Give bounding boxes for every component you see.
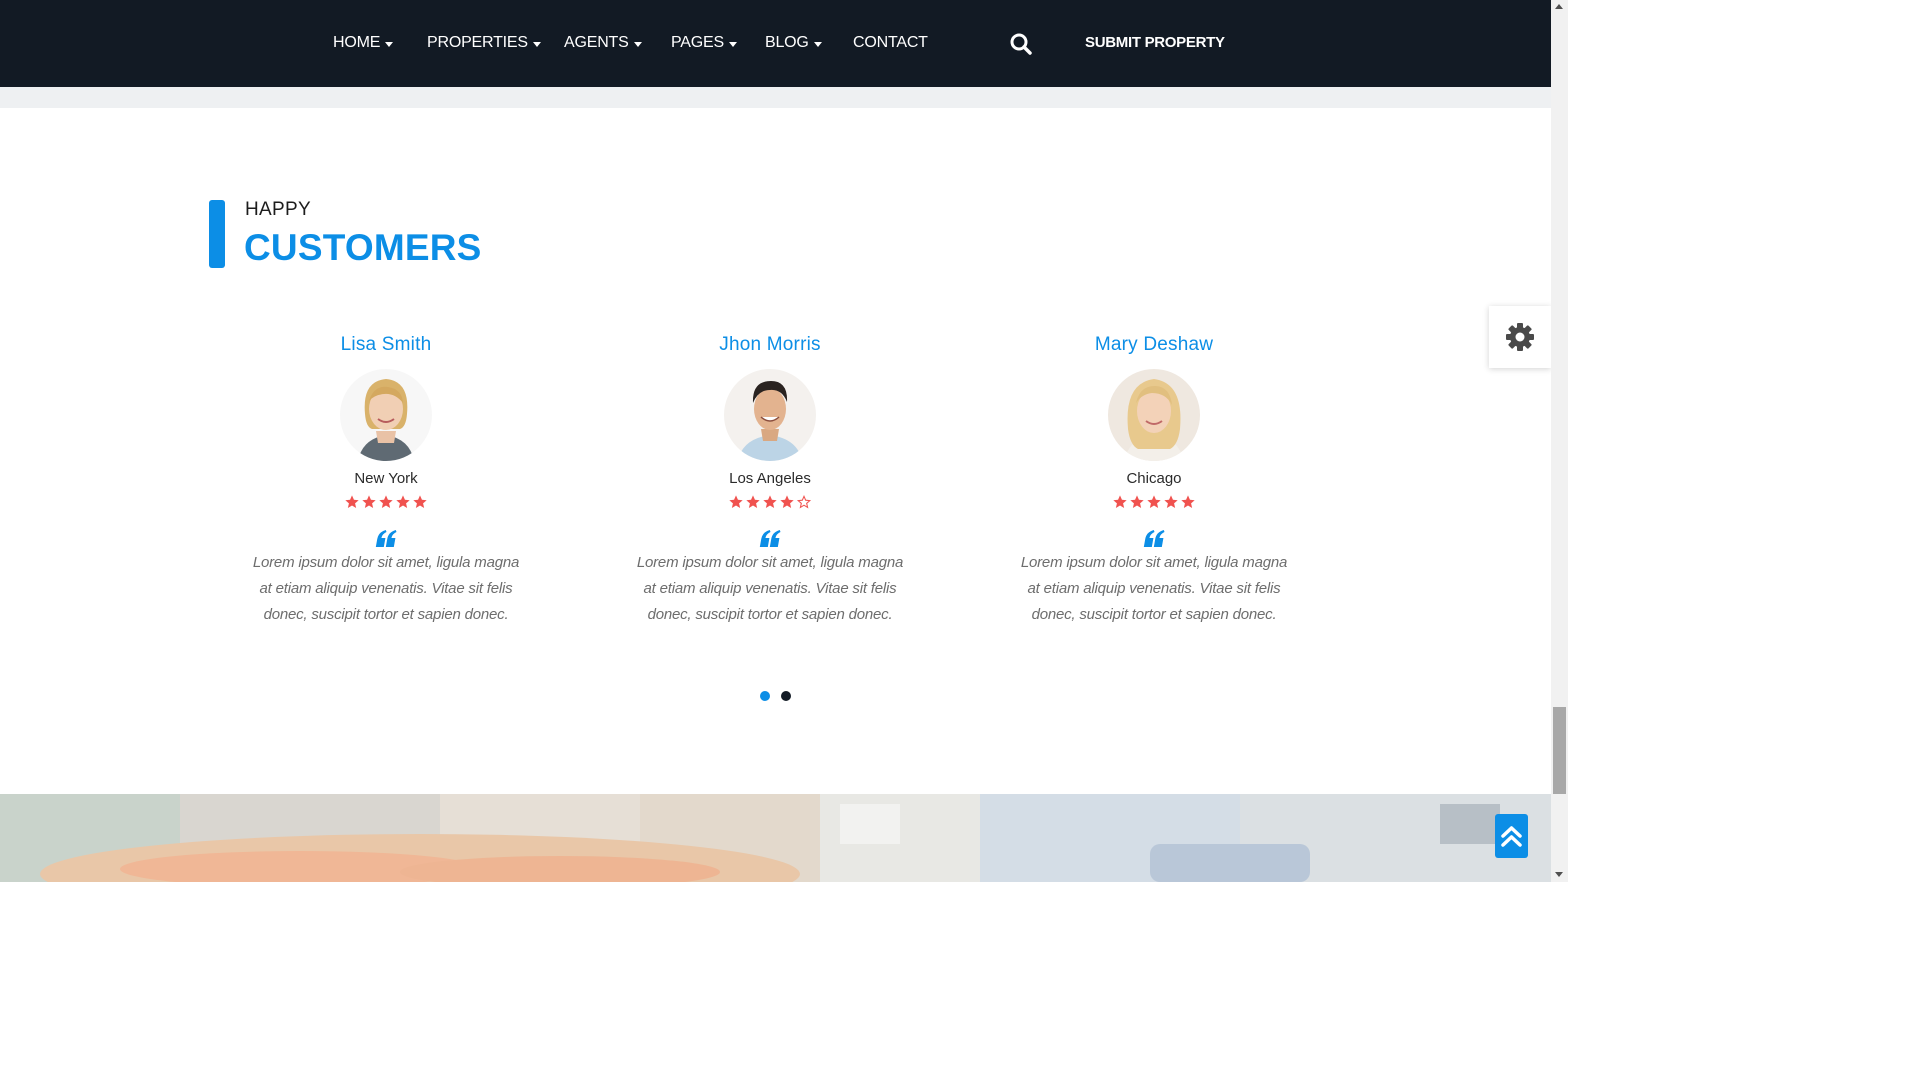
- quote-icon: [759, 530, 781, 547]
- double-chevron-up-icon: [1501, 826, 1522, 847]
- testimonial-text: Lorem ipsum dolor sit amet, ligula magna…: [252, 554, 520, 623]
- star-icon: [1181, 495, 1195, 508]
- nav-home[interactable]: HOME: [333, 34, 394, 52]
- testimonial-card: Jhon Morris Los Angeles Lorem ipsum dolo…: [620, 334, 920, 628]
- scroll-up-arrow-icon[interactable]: [1555, 4, 1563, 9]
- heading-accent-bar: [209, 200, 225, 268]
- scrollbar-thumb[interactable]: [1553, 707, 1566, 794]
- carousel-dot-1[interactable]: [760, 691, 770, 701]
- star-icon: [396, 495, 410, 508]
- caret-down-icon: [728, 41, 737, 47]
- testimonial-text: Lorem ipsum dolor sit amet, ligula magna…: [636, 554, 904, 623]
- star-icon: [780, 495, 794, 508]
- star-icon: [1164, 495, 1178, 508]
- caret-down-icon: [813, 41, 822, 47]
- submit-property-button[interactable]: SUBMIT PROPERTY: [1085, 34, 1225, 51]
- testimonial-card: Mary Deshaw Chicago Lorem ipsum dolor si…: [1004, 334, 1304, 628]
- avatar: [724, 369, 816, 461]
- star-icon: [1130, 495, 1144, 508]
- nav-properties-label: PROPERTIES: [427, 34, 528, 51]
- testimonial-name[interactable]: Jhon Morris: [620, 334, 920, 360]
- testimonial-text: Lorem ipsum dolor sit amet, ligula magna…: [1020, 554, 1288, 623]
- nav-agents[interactable]: AGENTS: [564, 34, 642, 52]
- testimonial-name[interactable]: Lisa Smith: [236, 334, 536, 360]
- nav-contact[interactable]: CONTACT: [853, 34, 928, 52]
- rating-stars: [1004, 494, 1304, 512]
- star-icon: [413, 495, 427, 508]
- background-image-houses: [0, 794, 1551, 882]
- star-icon: [1147, 495, 1161, 508]
- scroll-down-arrow-icon[interactable]: [1555, 872, 1563, 877]
- star-icon: [746, 495, 760, 508]
- star-icon: [379, 495, 393, 508]
- divider-strip: [0, 87, 1551, 108]
- nav-blog-label: BLOG: [765, 34, 809, 51]
- avatar: [340, 369, 432, 461]
- settings-button[interactable]: [1489, 306, 1551, 368]
- star-icon: [1113, 495, 1127, 508]
- carousel-dot-2[interactable]: [781, 691, 791, 701]
- testimonial-city: Chicago: [1126, 470, 1182, 487]
- quote-icon: [375, 530, 397, 547]
- section-heading-small: HAPPY: [245, 199, 311, 220]
- gear-icon: [1506, 323, 1534, 351]
- testimonial-name[interactable]: Mary Deshaw: [1004, 334, 1304, 360]
- testimonial-city: Los Angeles: [729, 470, 811, 487]
- search-icon[interactable]: [1009, 32, 1033, 56]
- caret-down-icon: [532, 41, 541, 47]
- caret-down-icon: [633, 41, 642, 47]
- nav-home-label: HOME: [333, 34, 381, 51]
- section-heading: CUSTOMERS: [244, 227, 482, 268]
- avatar: [1108, 369, 1200, 461]
- rating-stars: [620, 494, 920, 512]
- star-icon: [763, 495, 777, 508]
- star-outline-icon: [796, 494, 812, 509]
- testimonial-city: New York: [354, 470, 418, 487]
- nav-contact-label: CONTACT: [853, 34, 928, 51]
- nav-blog[interactable]: BLOG: [765, 34, 822, 52]
- star-icon: [362, 495, 376, 508]
- nav-properties[interactable]: PROPERTIES: [427, 34, 541, 52]
- quote-icon: [1143, 530, 1165, 547]
- caret-down-icon: [385, 41, 394, 47]
- nav-pages[interactable]: PAGES: [671, 34, 737, 52]
- nav-agents-label: AGENTS: [564, 34, 629, 51]
- rating-stars: [236, 494, 536, 512]
- top-navbar: HOME PROPERTIES AGENTS PAGES BLOG CONTAC…: [0, 0, 1551, 87]
- back-to-top-button[interactable]: [1495, 814, 1528, 858]
- nav-pages-label: PAGES: [671, 34, 724, 51]
- star-icon: [345, 495, 359, 508]
- star-icon: [729, 495, 743, 508]
- testimonial-card: Lisa Smith New York Lorem ipsum dolor si…: [236, 334, 536, 628]
